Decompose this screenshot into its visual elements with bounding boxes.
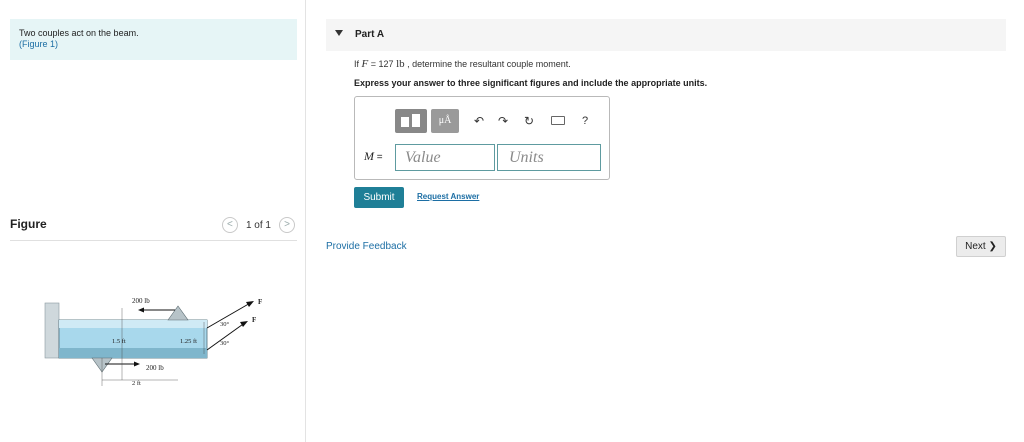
dim-label-125: 1.25 ft [180, 338, 197, 345]
beam-figure: 200 lb 200 lb 1.5 ft 2 ft 1.25 ft F 30° … [44, 297, 262, 387]
given-variable: F [361, 58, 369, 70]
figure-title: Figure [10, 217, 47, 231]
problem-text: Two couples act on the beam. [19, 28, 139, 38]
value-input[interactable]: Value [395, 144, 495, 171]
undo-icon[interactable]: ↶ [469, 109, 489, 133]
top-bracket [167, 305, 189, 321]
given-statement: If F = 127 lb , determine the resultant … [354, 58, 571, 70]
right-panel: Part A If F = 127 lb , determine the res… [326, 0, 1006, 442]
answer-variable: M [364, 149, 374, 163]
next-figure-button[interactable]: > [279, 217, 295, 233]
figure-header: Figure < 1 of 1 > [10, 217, 297, 241]
problem-statement: Two couples act on the beam. (Figure 1) [10, 19, 297, 60]
units-input[interactable]: Units [497, 144, 601, 171]
given-prefix: If [354, 59, 360, 69]
given-suffix: , determine the resultant couple moment. [407, 59, 571, 69]
units-symbols-button[interactable]: μÅ [431, 109, 459, 133]
answer-equals: = [376, 152, 383, 163]
keyboard-icon[interactable] [551, 116, 565, 125]
part-a-header[interactable]: Part A [326, 19, 1006, 51]
submit-button[interactable]: Submit [354, 187, 404, 208]
next-button[interactable]: Next ❯ [956, 236, 1006, 257]
given-unit: lb [396, 58, 405, 70]
answer-variable-label: M = [364, 149, 383, 164]
help-button[interactable]: ? [575, 109, 595, 133]
bottom-force-arrowhead [134, 361, 140, 367]
beam-shade [59, 348, 207, 358]
dim-label-2: 2 ft [132, 380, 141, 387]
templates-button[interactable] [395, 109, 427, 133]
provide-feedback-link[interactable]: Provide Feedback [326, 241, 407, 252]
left-panel: Two couples act on the beam. (Figure 1) … [0, 0, 306, 442]
wall [44, 302, 60, 359]
template-square-icon [412, 114, 420, 127]
given-value: = 127 [370, 59, 394, 69]
angle-bottom-label: 30° [220, 340, 230, 347]
figure-count: 1 of 1 [245, 219, 271, 231]
f-top-label: F [258, 298, 262, 306]
reset-icon[interactable]: ↻ [519, 109, 539, 133]
f-bottom-arrowhead [240, 321, 248, 327]
answer-box: μÅ ↶ ↷ ↻ ? M = Value Units [354, 96, 610, 180]
figure-link[interactable]: (Figure 1) [19, 39, 288, 50]
top-force-arrowhead [138, 307, 144, 313]
bottom-force-label: 200 lb [146, 364, 164, 372]
request-answer-link[interactable]: Request Answer [417, 192, 479, 201]
redo-icon[interactable]: ↷ [493, 109, 513, 133]
instruction: Express your answer to three significant… [354, 78, 708, 88]
f-top-arrowhead [246, 301, 254, 307]
beam-highlight [59, 320, 207, 328]
dim-label-15: 1.5 ft [112, 338, 126, 345]
angle-top-label: 30° [220, 321, 230, 328]
collapse-caret-icon[interactable] [335, 30, 343, 36]
f-bottom-label: F [252, 316, 256, 324]
figure-pager: < 1 of 1 > [221, 217, 295, 233]
top-force-label: 200 lb [132, 297, 150, 305]
prev-figure-button[interactable]: < [221, 217, 238, 233]
template-square-icon [401, 117, 409, 127]
part-title: Part A [355, 29, 385, 40]
